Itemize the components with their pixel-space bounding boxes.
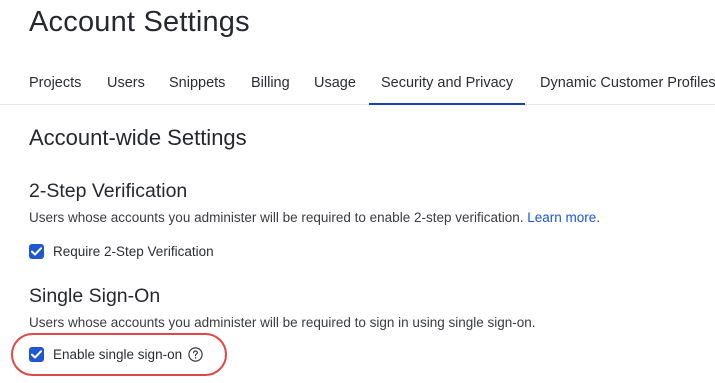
tab-snippets[interactable]: Snippets	[169, 75, 225, 91]
section-title: Account-wide Settings	[29, 125, 247, 150]
enable-sso-row: Enable single sign-on	[29, 345, 203, 363]
enable-sso-checkbox[interactable]	[29, 346, 44, 362]
tab-usage[interactable]: Usage	[314, 75, 356, 91]
learn-more-link[interactable]: Learn more	[527, 210, 596, 225]
require-2-step-checkbox[interactable]	[29, 243, 44, 259]
two-step-description-text: Users whose accounts you administer will…	[29, 210, 524, 225]
tab-users[interactable]: Users	[107, 75, 145, 91]
two-step-title: 2-Step Verification	[29, 180, 188, 202]
page-title: Account Settings	[29, 6, 250, 38]
checkmark-icon	[31, 246, 42, 255]
require-2-step-row: Require 2-Step Verification	[29, 242, 214, 260]
checkmark-icon	[31, 349, 42, 358]
tab-dynamic-customer-profiles[interactable]: Dynamic Customer Profiles	[540, 75, 715, 91]
tab-security-and-privacy[interactable]: Security and Privacy	[368, 75, 526, 105]
two-step-description: Users whose accounts you administer will…	[29, 210, 600, 225]
account-settings-page: Account Settings Projects Users Snippets…	[0, 0, 715, 383]
require-2-step-label[interactable]: Require 2-Step Verification	[53, 244, 214, 259]
question-circle-icon[interactable]	[188, 346, 203, 362]
tab-billing[interactable]: Billing	[251, 75, 290, 91]
tab-projects[interactable]: Projects	[29, 75, 81, 91]
learn-more-suffix: .	[596, 210, 601, 225]
sso-description: Users whose accounts you administer will…	[29, 315, 536, 330]
settings-tab-bar: Projects Users Snippets Billing Usage Se…	[0, 62, 715, 105]
enable-sso-label[interactable]: Enable single sign-on	[53, 347, 182, 362]
sso-title: Single Sign-On	[29, 285, 161, 307]
